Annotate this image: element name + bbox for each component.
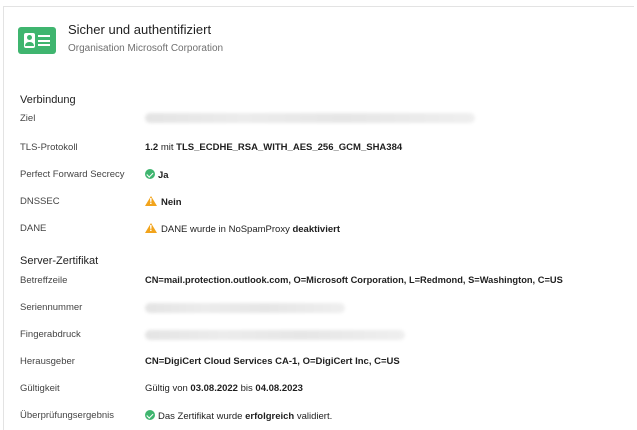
label-pfs: Perfect Forward Secrecy (20, 169, 125, 180)
tls-cipher: TLS_ECDHE_RSA_WITH_AES_256_GCM_SHA384 (176, 142, 403, 153)
id-card-icon (18, 27, 56, 54)
value-subject: CN=mail.protection.outlook.com, O=Micros… (145, 275, 563, 285)
tls-version: 1.2 (145, 142, 159, 153)
redacted-target-value (145, 113, 475, 123)
security-header: Sicher und authentifiziert Organisation … (18, 21, 618, 61)
value-dane: DANE wurde in NoSpamProxy deaktiviert (145, 223, 340, 235)
redacted-fingerprint-value (145, 330, 405, 340)
section-title-certificate: Server-Zertifikat (20, 255, 99, 267)
verification-emphasis: erfolgreich (245, 411, 295, 422)
label-serial: Seriennummer (20, 302, 83, 313)
dnssec-value: Nein (161, 197, 182, 208)
warning-icon (145, 196, 157, 206)
label-verification: Überprüfungsergebnis (20, 410, 115, 421)
label-issuer: Herausgeber (20, 356, 75, 367)
check-circle-icon (145, 169, 155, 179)
warning-icon (145, 223, 157, 233)
value-pfs: Ja (145, 169, 169, 181)
label-target: Ziel (20, 113, 36, 124)
validity-from: 03.08.2022 (190, 383, 238, 394)
value-validity: Gültig von 03.08.2022 bis 04.08.2023 (145, 383, 303, 394)
header-subtitle: Organisation Microsoft Corporation (68, 43, 224, 54)
pfs-value: Ja (158, 170, 169, 181)
tls-joiner: mit (160, 142, 174, 153)
label-dnssec: DNSSEC (20, 196, 60, 207)
dane-emphasis: deaktiviert (292, 224, 340, 235)
validity-middle: bis (240, 383, 253, 394)
label-subject: Betreffzeile (20, 275, 68, 286)
value-issuer: CN=DigiCert Cloud Services CA-1, O=DigiC… (145, 356, 400, 367)
header-title: Sicher und authentifiziert (68, 22, 212, 37)
check-circle-icon (145, 410, 155, 420)
verification-text-after: validiert. (296, 411, 333, 422)
dane-text: DANE wurde in NoSpamProxy (161, 224, 290, 235)
label-validity: Gültigkeit (20, 383, 60, 394)
label-fingerprint: Fingerabdruck (20, 329, 81, 340)
validity-to: 04.08.2023 (255, 383, 303, 394)
label-dane: DANE (20, 223, 47, 234)
section-title-connection: Verbindung (20, 94, 76, 106)
verification-text-before: Das Zertifikat wurde (158, 411, 243, 422)
label-tls: TLS-Protokoll (20, 142, 78, 153)
redacted-serial-value (145, 303, 345, 313)
value-dnssec: Nein (145, 196, 182, 208)
value-verification: Das Zertifikat wurde erfolgreich validie… (145, 410, 332, 422)
validity-prefix: Gültig von (145, 383, 188, 394)
value-tls: 1.2 mit TLS_ECDHE_RSA_WITH_AES_256_GCM_S… (145, 142, 402, 153)
